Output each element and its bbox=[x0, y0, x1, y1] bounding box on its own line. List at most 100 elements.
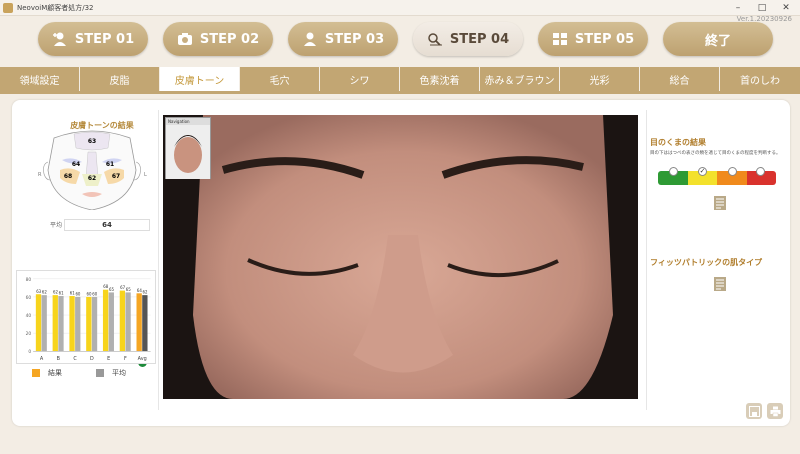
bar-value-label: 68 bbox=[103, 284, 108, 289]
window-title: NeovoiM顧客者処方/32 bbox=[17, 3, 94, 12]
average-bar bbox=[108, 292, 114, 352]
zone-left-cheek-value: 68 bbox=[64, 173, 72, 180]
dark-circle-detail-icon[interactable] bbox=[714, 196, 726, 210]
result-bar bbox=[69, 296, 75, 352]
bar-value-label: 63 bbox=[36, 289, 41, 294]
bar-value-label: 65 bbox=[109, 287, 114, 292]
average-value: 64 bbox=[64, 218, 150, 231]
close-icon[interactable]: ✕ bbox=[774, 0, 798, 16]
tab-area-setting[interactable]: 領域設定 bbox=[0, 67, 80, 91]
average-bar bbox=[58, 296, 64, 352]
tab-sebum[interactable]: 皮脂 bbox=[80, 67, 160, 91]
step-02-button[interactable]: STEP 02 bbox=[163, 22, 273, 56]
left-side-label: L bbox=[144, 172, 147, 178]
scale-marker bbox=[756, 167, 765, 176]
minimize-icon[interactable]: – bbox=[726, 0, 750, 16]
result-bar bbox=[86, 296, 92, 352]
y-tick-label: 20 bbox=[26, 331, 32, 337]
maximize-icon[interactable]: □ bbox=[750, 0, 774, 16]
average-bar bbox=[75, 296, 81, 352]
y-tick-label: 80 bbox=[26, 277, 32, 283]
printer-icon[interactable] bbox=[767, 403, 783, 419]
y-tick-label: 60 bbox=[26, 295, 32, 301]
bar-value-label: 60 bbox=[75, 291, 80, 296]
right-divider bbox=[646, 110, 647, 410]
average-label: 平均 bbox=[50, 222, 63, 229]
y-tick-label: 40 bbox=[26, 313, 32, 319]
tab-wrinkles[interactable]: シワ bbox=[320, 67, 400, 91]
step-05-button[interactable]: STEP 05 bbox=[538, 22, 648, 56]
navigation-title: Navigation bbox=[166, 118, 210, 125]
result-bar bbox=[52, 295, 58, 352]
bar-value-label: 61 bbox=[59, 291, 64, 296]
grid-report-icon bbox=[552, 33, 567, 45]
save-icon[interactable] bbox=[746, 403, 762, 419]
bar-value-label: 67 bbox=[120, 285, 125, 290]
add-user-icon bbox=[52, 32, 66, 46]
legend-result-swatch bbox=[32, 369, 40, 377]
bar-value-label: 62 bbox=[42, 290, 47, 295]
bar-value-label: 60 bbox=[92, 291, 97, 296]
tab-pores[interactable]: 毛穴 bbox=[240, 67, 320, 91]
scale-marker bbox=[728, 167, 737, 176]
x-tick-label: F bbox=[124, 356, 127, 362]
right-side-label: R bbox=[38, 172, 42, 178]
fitzpatrick-title: フィッツパトリックの肌タイプ bbox=[650, 258, 763, 267]
x-tick-label: Avg bbox=[138, 356, 147, 362]
tab-neck-wrinkles[interactable]: 首のしわ bbox=[720, 67, 800, 91]
face-photo bbox=[163, 115, 638, 399]
average-bar bbox=[41, 295, 47, 352]
tab-overall[interactable]: 総合 bbox=[640, 67, 720, 91]
app-icon bbox=[3, 2, 13, 13]
person-scan-icon bbox=[303, 32, 316, 46]
main-panel: 皮膚トーンの結果 63 64 61 68 62 67 R L 平均 64 0 20… bbox=[12, 100, 790, 426]
bar-value-label: 64 bbox=[137, 288, 142, 293]
zone-nose-value: 62 bbox=[88, 175, 96, 182]
title-bar: NeovoiM顧客者処方/32 – □ ✕ bbox=[0, 0, 800, 16]
zone-forehead-value: 63 bbox=[88, 138, 96, 145]
x-tick-label: E bbox=[107, 356, 110, 362]
step-01-button[interactable]: STEP 01 bbox=[38, 22, 148, 56]
tab-pigmentation[interactable]: 色素沈着 bbox=[400, 67, 480, 91]
x-tick-label: B bbox=[57, 356, 60, 362]
x-tick-label: C bbox=[73, 356, 77, 362]
legend-average-label: 平均 bbox=[112, 369, 126, 377]
average-row: 平均 64 bbox=[50, 218, 150, 231]
dark-circle-title: 目のくまの結果 bbox=[650, 138, 706, 147]
tab-skin-tone[interactable]: 皮膚トーン bbox=[160, 67, 240, 91]
face-photo-viewer[interactable] bbox=[163, 115, 638, 399]
magnify-analysis-icon bbox=[428, 33, 442, 46]
selected-check-icon: ✓ bbox=[698, 167, 707, 176]
x-tick-label: A bbox=[40, 356, 44, 362]
bar-value-label: 60 bbox=[87, 291, 92, 296]
step-navigation: STEP 01 STEP 02 STEP 03 STEP 04 STEP 05 … bbox=[0, 22, 800, 58]
bar-value-label: 62 bbox=[53, 290, 58, 295]
bar-value-label: 62 bbox=[143, 290, 148, 295]
average-bar bbox=[125, 292, 131, 352]
zone-right-eye-value: 61 bbox=[106, 161, 114, 168]
result-bar bbox=[35, 294, 42, 352]
navigation-thumbnail[interactable]: Navigation bbox=[165, 117, 211, 179]
fitzpatrick-detail-icon[interactable] bbox=[714, 277, 726, 291]
skin-tone-bar-chart: 02040608063 62A62 61B61 60C60 60D6865E67 65F6… bbox=[16, 270, 156, 364]
zone-left-eye-value: 64 bbox=[72, 161, 80, 168]
chart-legend: 結果 平均 bbox=[32, 368, 152, 378]
bar-value-label: 65 bbox=[126, 287, 131, 292]
average-bar bbox=[91, 296, 98, 352]
result-bar bbox=[102, 289, 109, 352]
exit-button[interactable]: 終了 bbox=[663, 22, 773, 56]
step-03-button[interactable]: STEP 03 bbox=[288, 22, 398, 56]
tab-radiance[interactable]: 光彩 bbox=[560, 67, 640, 91]
bar-value-label: 61 bbox=[70, 291, 75, 296]
navigation-preview bbox=[166, 125, 210, 179]
step-04-button[interactable]: STEP 04 bbox=[413, 22, 523, 56]
camera-icon bbox=[177, 33, 192, 45]
result-bar bbox=[136, 293, 142, 352]
x-tick-label: D bbox=[90, 356, 94, 362]
tab-underline bbox=[0, 91, 800, 94]
tab-redness-brown[interactable]: 赤み＆ブラウン bbox=[480, 67, 560, 91]
dark-circle-description: 目の下ははつべの表さの類を適じて目のくまの程度を判断する。 bbox=[650, 151, 781, 156]
zone-right-cheek-value: 67 bbox=[112, 173, 120, 180]
legend-average-swatch bbox=[96, 369, 104, 377]
scale-marker bbox=[669, 167, 678, 176]
